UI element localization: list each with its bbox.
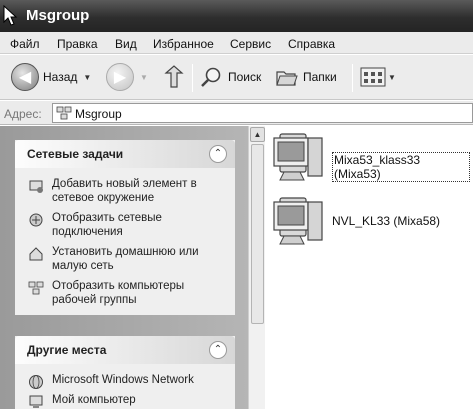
computer-icon [273,133,323,181]
home-network-icon [29,247,43,261]
views-dropdown-icon[interactable]: ▼ [388,73,396,82]
forward-button[interactable]: ▶ ▼ [106,63,148,91]
task-add-network-place[interactable]: Добавить новый элемент в сетевое окружен… [15,174,235,208]
task-label: Установить домашнюю или малую сеть [52,246,199,272]
address-value: Msgroup [75,107,122,121]
search-button[interactable]: Поиск [200,66,261,88]
task-setup-home-network[interactable]: Установить домашнюю или малую сеть [15,242,235,276]
back-arrow-icon: ◀ [11,63,39,91]
cursor-icon [3,4,18,26]
menu-favorites[interactable]: Избранное [153,37,214,51]
task-pane-scrollbar[interactable]: ▲ [248,126,265,409]
add-network-place-icon [29,180,43,193]
back-label: Назад [43,70,78,84]
task-label: Отобразить сетевые подключения [52,212,162,238]
toolbar-separator [352,64,353,92]
folders-icon [276,71,298,86]
views-button[interactable]: ▼ [360,66,396,88]
computer-name: NVL_KL33 (Mixa58) [332,214,441,228]
place-label: Microsoft Windows Network [52,374,194,386]
computer-name: Mixa53_klass33 (Mixa53) [332,152,470,182]
up-button[interactable] [162,63,186,91]
collapse-icon[interactable]: ⌃ [209,145,227,163]
place-my-computer[interactable]: Мой компьютер [15,390,235,409]
globe-icon [29,375,43,389]
menu-tools[interactable]: Сервис [230,37,271,51]
other-places-header[interactable]: Другие места ⌃ [15,336,235,364]
workgroup-icon [56,106,72,120]
address-bar: Адрес: Msgroup [0,101,473,125]
search-icon [201,67,221,87]
search-label: Поиск [228,70,262,84]
other-places-panel: Другие места ⌃ Microsoft Windows Network… [15,336,235,409]
network-tasks-header[interactable]: Сетевые задачи ⌃ [15,140,235,168]
toolbar-separator [192,64,193,92]
scroll-thumb[interactable] [251,144,264,324]
file-list: Mixa53_klass33 (Mixa53) NVL_KL33 (Mixa58… [266,126,473,409]
menu-file[interactable]: Файл [10,37,40,51]
collapse-icon[interactable]: ⌃ [209,341,227,359]
menu-help[interactable]: Справка [288,37,335,51]
task-pane: Сетевые задачи ⌃ Добавить новый элемент … [0,126,248,409]
scroll-up-icon[interactable]: ▲ [250,127,265,142]
task-show-workgroup[interactable]: Отобразить компьютеры рабочей группы [15,276,235,310]
title-bar: Msgroup [0,0,473,32]
window-title: Msgroup [26,7,90,24]
task-label: Отобразить компьютеры рабочей группы [52,280,185,306]
network-connections-icon [29,213,43,227]
task-label: Добавить новый элемент в сетевое окружен… [52,178,197,204]
folders-label: Папки [303,70,337,84]
other-places-title: Другие места [27,343,107,357]
place-windows-network[interactable]: Microsoft Windows Network [15,370,235,390]
computer-item[interactable]: NVL_KL33 (Mixa58) [270,192,470,252]
computer-item[interactable]: Mixa53_klass33 (Mixa53) [270,128,470,188]
my-computer-icon [29,395,43,408]
menu-edit[interactable]: Правка [57,37,98,51]
toolbar: ◀ Назад ▼ ▶ ▼ Поиск Папки ▼ [0,55,473,100]
back-dropdown-icon[interactable]: ▼ [83,73,91,82]
forward-arrow-icon: ▶ [106,63,134,91]
folder-up-icon [164,65,184,88]
back-button[interactable]: ◀ Назад ▼ [11,63,91,91]
folders-button[interactable]: Папки [275,66,337,88]
workgroup-computers-icon [28,281,44,295]
menu-bar: Файл Правка Вид Избранное Сервис Справка [0,32,473,54]
place-label: Мой компьютер [52,394,136,406]
network-tasks-title: Сетевые задачи [27,147,124,161]
address-label: Адрес: [4,107,42,121]
address-field[interactable]: Msgroup [52,103,473,123]
menu-view[interactable]: Вид [115,37,137,51]
network-tasks-panel: Сетевые задачи ⌃ Добавить новый элемент … [15,140,235,315]
views-icon [360,67,386,87]
forward-dropdown-icon[interactable]: ▼ [140,73,148,82]
computer-icon [273,197,323,245]
task-show-connections[interactable]: Отобразить сетевые подключения [15,208,235,242]
